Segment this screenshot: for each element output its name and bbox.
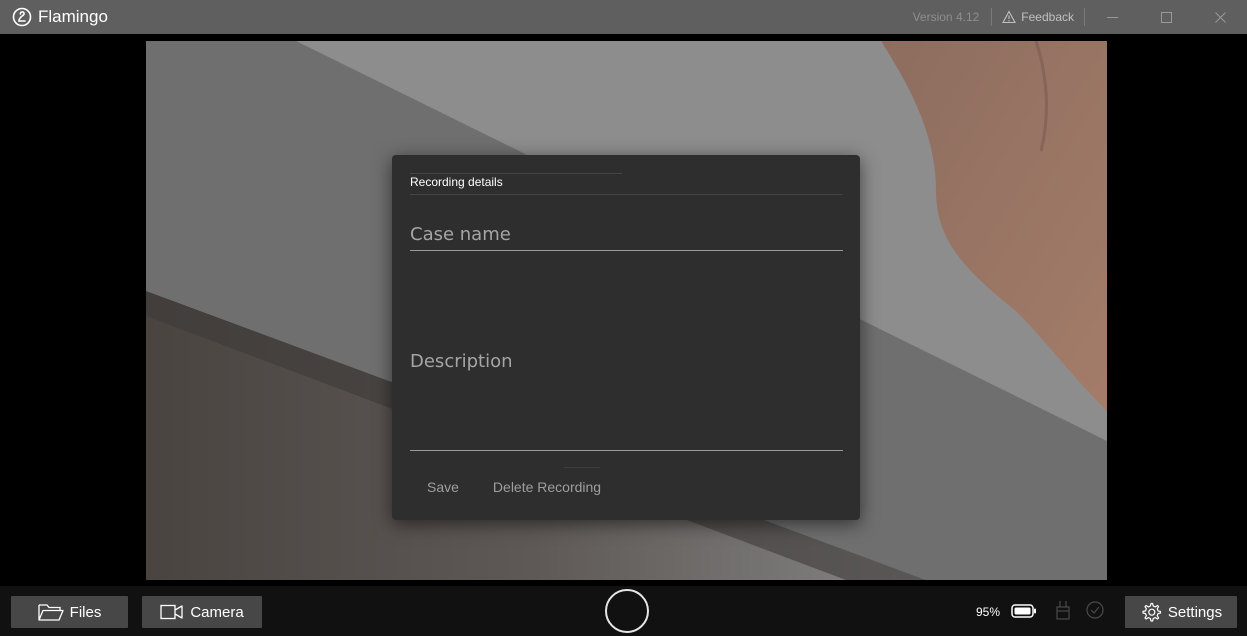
close-button[interactable] (1193, 0, 1247, 34)
close-icon (1214, 11, 1226, 23)
camera-icon (160, 604, 183, 620)
warning-icon (1002, 10, 1017, 24)
maximize-button[interactable] (1139, 0, 1193, 34)
version-label: Version 4.12 (912, 10, 980, 24)
case-name-placeholder: Case name (410, 224, 511, 245)
delete-accent-line (564, 467, 600, 468)
save-button[interactable]: Save (410, 473, 476, 501)
battery-percent: 95% (976, 605, 1001, 619)
feedback-button[interactable]: Feedback (992, 10, 1084, 24)
minimize-button[interactable] (1085, 0, 1139, 34)
gear-icon (1142, 602, 1161, 622)
settings-button[interactable]: Settings (1125, 596, 1237, 628)
check-circle-icon (1086, 601, 1104, 619)
flamingo-logo-icon (12, 7, 32, 27)
description-input[interactable]: Description (410, 263, 843, 451)
files-button[interactable]: Files (11, 596, 128, 628)
title-bar: Flamingo Version 4.12 Feedback (0, 0, 1247, 34)
dialog-divider (410, 194, 843, 195)
dialog-title: Recording details (410, 175, 503, 189)
minimize-icon (1106, 16, 1118, 18)
settings-label: Settings (1167, 603, 1223, 621)
files-label: Files (69, 603, 102, 621)
app-title: Flamingo (38, 7, 108, 26)
record-button[interactable] (605, 589, 649, 633)
case-name-input[interactable]: Case name (410, 215, 843, 251)
feedback-label: Feedback (1021, 10, 1074, 24)
bottom-toolbar: Files Camera 95% Settings (0, 586, 1247, 636)
maximize-icon (1160, 11, 1172, 23)
camera-button[interactable]: Camera (142, 596, 262, 628)
description-placeholder: Description (410, 351, 513, 372)
dialog-title-underline (410, 173, 622, 174)
delete-recording-button[interactable]: Delete Recording (476, 473, 618, 501)
camera-label: Camera (190, 603, 244, 621)
recording-details-dialog: Recording details Case name Description … (392, 155, 860, 520)
dock-icon (1056, 601, 1070, 620)
folder-icon (38, 604, 64, 621)
battery-icon (1011, 604, 1036, 618)
